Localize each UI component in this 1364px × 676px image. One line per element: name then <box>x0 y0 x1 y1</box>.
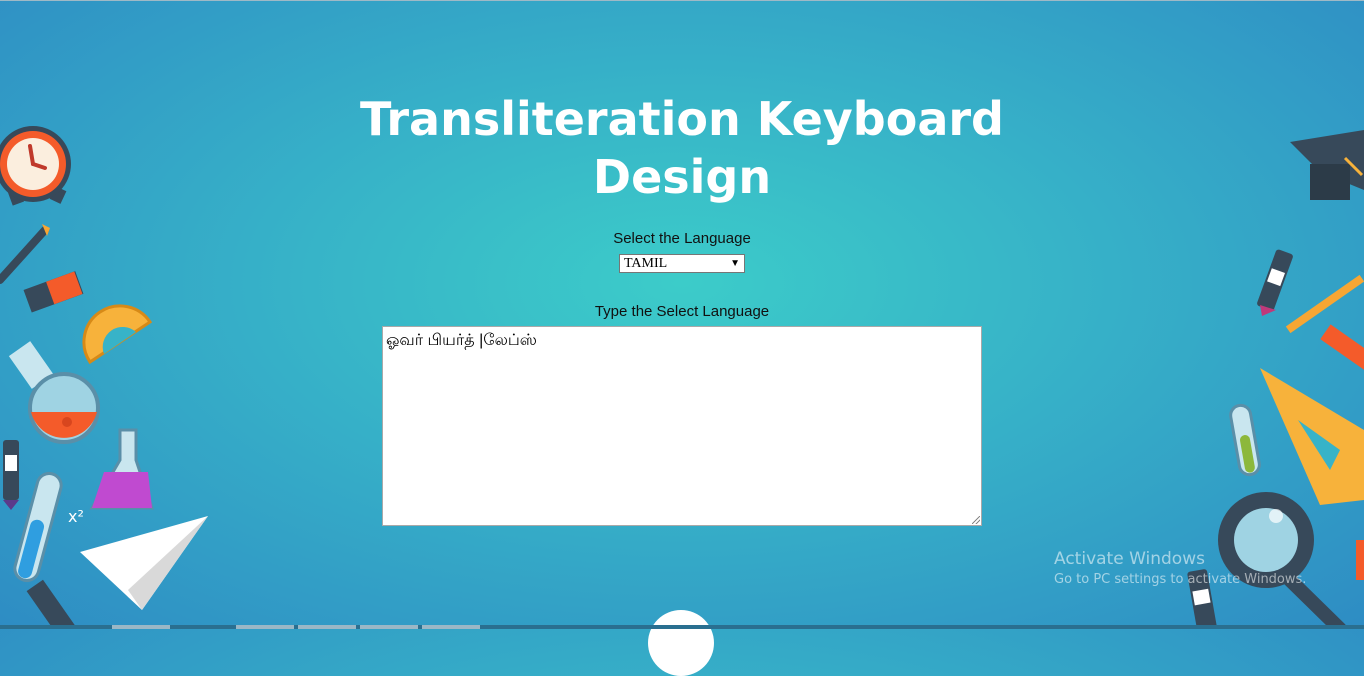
taskbar-item[interactable] <box>422 625 480 629</box>
taskbar-item[interactable] <box>236 625 294 629</box>
watermark-line1: Activate Windows <box>1054 549 1205 569</box>
taskbar-item[interactable] <box>298 625 356 629</box>
page-title: Transliteration Keyboard Design <box>360 92 1004 204</box>
test-tube-icon <box>13 471 63 583</box>
x-squared-icon: x² <box>68 507 84 526</box>
test-tube-icon-right <box>1229 403 1261 477</box>
set-square-icon <box>1260 368 1364 505</box>
paper-plane-icon <box>80 516 208 610</box>
select-language-label: Select the Language <box>613 230 751 247</box>
pen-icon <box>0 224 50 284</box>
language-select[interactable]: TAMIL ▼ <box>619 254 745 273</box>
activate-windows-watermark: Activate Windows Go to PC settings to ac… <box>1054 549 1306 587</box>
pencil-icon <box>1285 274 1364 334</box>
marker-icon-right <box>1257 249 1293 316</box>
transliteration-text: ஓவர் பியர்த் |லேப்ஸ் <box>386 332 537 349</box>
conical-flask-icon <box>89 428 155 510</box>
alarm-clock-icon <box>0 126 71 206</box>
taskbar-item[interactable] <box>360 625 418 629</box>
language-select-value: TAMIL <box>624 256 668 271</box>
taskbar <box>0 625 1364 629</box>
top-border <box>0 0 1364 1</box>
transliteration-input[interactable]: ஓவர் பியர்த் |லேப்ஸ் <box>382 326 982 526</box>
flask-icon <box>8 341 100 444</box>
resize-grip-icon[interactable] <box>972 516 980 524</box>
type-language-label: Type the Select Language <box>594 303 770 320</box>
marker-icon <box>26 579 78 629</box>
taskbar-item[interactable] <box>112 625 170 629</box>
bottom-circle-button[interactable] <box>648 610 714 676</box>
watermark-line2: Go to PC settings to activate Windows. <box>1054 572 1307 587</box>
ruler-icon <box>1320 324 1364 374</box>
left-decorations: x² <box>0 126 208 629</box>
crayon-icon <box>3 440 19 510</box>
eraser-icon <box>23 271 84 313</box>
dropdown-arrow-icon: ▼ <box>730 258 740 269</box>
graduation-cap-icon <box>1290 130 1364 200</box>
protractor-icon <box>82 304 153 365</box>
red-object-icon <box>1356 540 1364 580</box>
